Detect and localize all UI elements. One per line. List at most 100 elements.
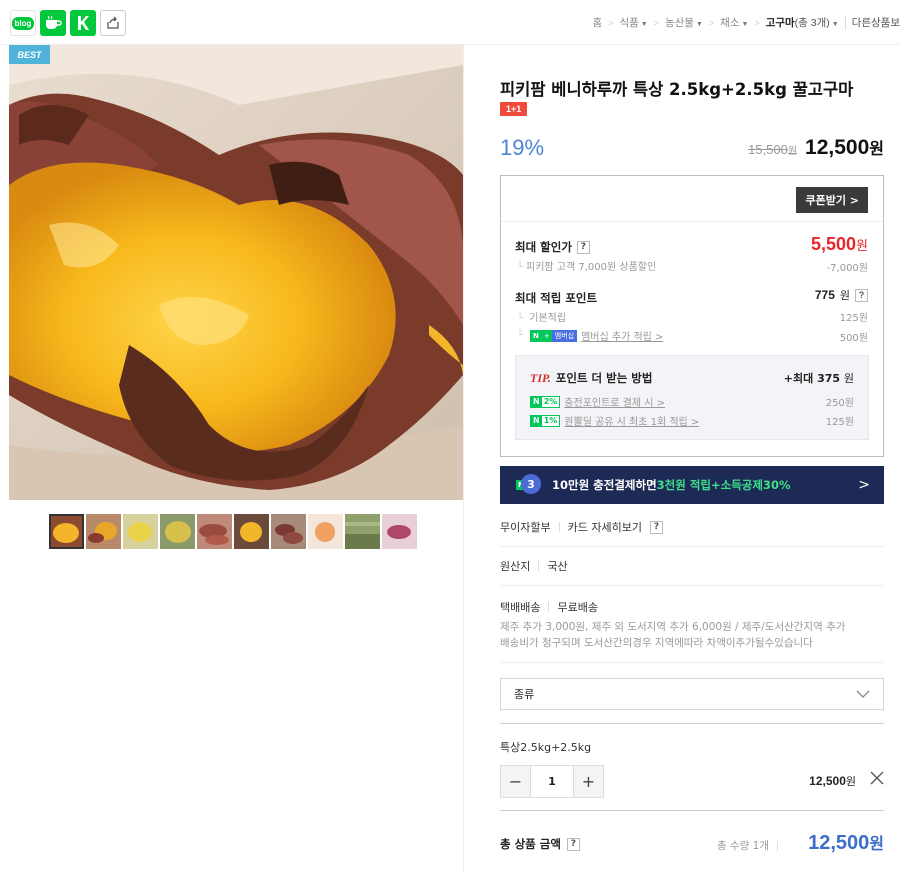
membership-badge-text: 멤버십 xyxy=(551,329,578,342)
coupon-button[interactable]: 쿠폰받기 > xyxy=(796,187,868,213)
divider xyxy=(558,522,560,532)
thumbnail[interactable] xyxy=(271,514,306,549)
npay-charge-banner[interactable]: N3 10만원 충전결제하면 3천원 적립+소득공제30% > xyxy=(500,466,884,504)
tip-box: TIP. 포인트 더 받는 방법 +최대 375 원 N 2% 충전포인트로 결제… xyxy=(515,355,869,440)
share-icons: blog xyxy=(10,10,126,36)
max-point-unit: 원 xyxy=(839,290,850,302)
benefit-box: 쿠폰받기 > 최대 할인가 ? 5,500원 └ 피키팜 고객 7,000원 상품… xyxy=(500,175,884,457)
main-product-image xyxy=(9,45,463,500)
number-badge: 3 xyxy=(521,474,541,494)
max-discount-unit: 원 xyxy=(856,238,868,253)
help-icon[interactable]: ? xyxy=(855,288,868,302)
blog-share-icon[interactable]: blog xyxy=(10,10,36,36)
installment-row: 무이자할부 카드 자세히보기 ? xyxy=(500,519,884,535)
divider xyxy=(500,723,884,724)
original-price: 15,500원 xyxy=(748,142,797,157)
tree-branch-icon: └ xyxy=(517,313,524,324)
option-price-unit: 원 xyxy=(845,776,856,788)
percent-value: 1% xyxy=(541,415,560,426)
share-icon[interactable] xyxy=(100,10,126,36)
divider xyxy=(538,561,540,571)
divider xyxy=(500,585,884,586)
breadcrumb-item-agri[interactable]: 농산물 ▼ xyxy=(665,15,703,30)
share-point-link[interactable]: 원뿔딜 공유 시 최초 1회 적립 > xyxy=(564,413,699,428)
delivery-row: 택배배송 무료배송 xyxy=(500,599,884,615)
origin-row: 원산지 국산 xyxy=(500,558,884,574)
thumbnail[interactable] xyxy=(86,514,121,549)
tree-branch-icon: └ xyxy=(517,262,524,273)
breadcrumb-separator: > xyxy=(708,17,715,28)
membership-link[interactable]: 멤버십 추가 적립 > xyxy=(581,328,663,343)
original-price-unit: 원 xyxy=(787,146,798,157)
sweet-potato-photo xyxy=(9,45,463,500)
naver-n-icon: N xyxy=(531,396,542,407)
option-price-value: 12,500 xyxy=(809,774,846,788)
banner-highlight: 3천원 적립+소득공제30% xyxy=(656,478,791,492)
selected-option-name: 특상2.5kg+2.5kg xyxy=(500,741,592,754)
thumbnail-image xyxy=(382,514,417,549)
charge-point-value: 250원 xyxy=(825,398,854,409)
caret-down-icon: ▼ xyxy=(741,21,749,28)
total-quantity: 총 수량 1개 xyxy=(717,838,778,853)
cafe-share-icon[interactable] xyxy=(40,10,66,36)
tip-title: TIP. 포인트 더 받는 방법 xyxy=(530,370,652,386)
thumbnail[interactable] xyxy=(123,514,158,549)
tip-max-unit: 원 xyxy=(843,372,854,385)
sale-price-unit: 원 xyxy=(869,141,884,158)
thumbnail[interactable] xyxy=(382,514,417,549)
shipping-note-line: 배송비가 청구되며 도서산간의경우 지역에따라 차액이추가될수있습니다 xyxy=(500,637,813,649)
thumbnail-image xyxy=(49,514,84,549)
tree-branch-icon: └ xyxy=(517,330,524,341)
total-quantity-text: 총 수량 1개 xyxy=(717,840,769,852)
membership-value: 500원 xyxy=(839,333,868,344)
help-icon[interactable]: ? xyxy=(566,837,580,851)
breadcrumb-current[interactable]: 고구마(총 3개) ▼ xyxy=(766,15,839,30)
thumbnail[interactable] xyxy=(234,514,269,549)
thumbnail[interactable] xyxy=(197,514,232,549)
total-amount: 12,500원 xyxy=(808,830,884,855)
thumbnail-image xyxy=(86,514,121,549)
thumbnail[interactable] xyxy=(160,514,195,549)
discount-rate: 19% xyxy=(500,135,545,160)
max-point-amount: 775 xyxy=(814,288,835,302)
breadcrumb-item-veg[interactable]: 채소 ▼ xyxy=(720,15,748,30)
base-point-label: 기본적립 xyxy=(529,313,567,324)
decrease-button[interactable]: − xyxy=(501,766,530,797)
charge-point-link[interactable]: 충전포인트로 결제 시 > xyxy=(564,394,665,409)
thumbnail-image xyxy=(345,514,380,549)
help-icon[interactable]: ? xyxy=(576,240,590,254)
other-products-link[interactable]: 다른상품보 xyxy=(844,15,900,30)
percent-value: 2% xyxy=(541,396,560,407)
best-badge: BEST xyxy=(9,45,50,64)
thumbnail-image xyxy=(197,514,232,549)
caret-down-icon: ▼ xyxy=(640,21,648,28)
breadcrumb-item-food[interactable]: 식품 ▼ xyxy=(619,15,647,30)
blog-icon-label: blog xyxy=(11,16,35,30)
thumbnail[interactable] xyxy=(308,514,343,549)
card-detail-link[interactable]: 카드 자세히보기 xyxy=(568,519,642,535)
thumbnail[interactable] xyxy=(49,514,84,549)
help-icon[interactable]: ? xyxy=(649,520,663,534)
plus-icon: + xyxy=(541,329,552,342)
caret-down-icon: ▼ xyxy=(695,21,703,28)
breadcrumb: 홈 > 식품 ▼ > 농산물 ▼ > 채소 ▼ > 고구마(총 3개) ▼ 다른상품보 xyxy=(593,15,900,30)
total-amount-value: 12,500 xyxy=(808,832,870,854)
column-divider xyxy=(463,45,464,871)
breadcrumb-label: 농산물 xyxy=(664,17,694,29)
quantity-value[interactable]: 1 xyxy=(530,766,574,797)
thumbnail[interactable] xyxy=(345,514,380,549)
tip-row-share: N 1% 원뿔딜 공유 시 최초 1회 적립 > 125원 xyxy=(530,413,854,428)
delivery-value: 무료배송 xyxy=(557,601,598,614)
thumbnail-image xyxy=(123,514,158,549)
thumbnail-strip xyxy=(49,514,417,549)
thumbnail-image xyxy=(160,514,195,549)
close-icon[interactable] xyxy=(870,771,884,785)
top-bar: blog 홈 > 식품 ▼ > 농산물 ▼ > 채소 ▼ > 고구마(총 3개)… xyxy=(0,0,900,45)
option-select[interactable]: 종류 xyxy=(500,678,884,710)
kakao-share-icon[interactable] xyxy=(70,10,96,36)
npay-percent-badge: N 1% xyxy=(530,414,561,427)
breadcrumb-home[interactable]: 홈 xyxy=(593,15,603,30)
increase-button[interactable]: + xyxy=(574,766,603,797)
shipping-note-line: 제주 추가 3,000원, 제주 외 도서지역 추가 6,000원 / 제주/도… xyxy=(500,621,846,633)
promo-badge: 1+1 xyxy=(500,102,528,116)
